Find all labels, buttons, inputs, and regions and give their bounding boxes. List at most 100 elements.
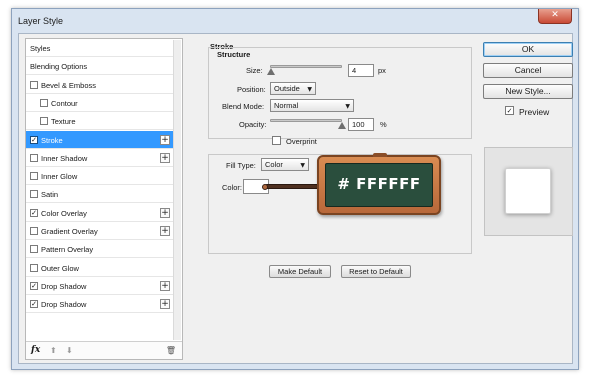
callout-board: # FFFFFF [325,163,433,207]
overprint-checkbox[interactable] [272,136,281,145]
style-checkbox[interactable] [30,153,38,162]
style-item-label: Stroke [41,135,63,145]
style-item-label: Gradient Overlay [41,227,98,236]
move-up-icon[interactable]: ⬆ [50,346,57,355]
dialog-title: Layer Style [18,16,64,26]
hex-callout-text: # FFFFFF [337,175,421,193]
style-checkbox[interactable]: ✓ [30,281,38,290]
style-checkbox[interactable]: ✓ [30,208,38,217]
preview-checkbox[interactable]: ✓ [505,106,514,115]
style-item-contour[interactable]: Contour [26,94,173,112]
fill-type-select[interactable]: Color ▼ [261,158,309,171]
style-item-label: Contour [51,98,78,108]
style-item-label: Inner Glow [41,172,78,182]
opacity-slider-thumb[interactable] [338,122,346,129]
add-effect-icon[interactable]: + [160,226,170,236]
style-item-pattern-overlay[interactable]: Pattern Overlay [26,240,173,259]
reset-to-default-button[interactable]: Reset to Default [341,265,411,278]
fill-type-value: Color [265,160,283,169]
ok-button[interactable]: OK [483,42,573,57]
style-item-label: Styles [30,44,51,53]
size-unit: px [378,66,386,75]
style-item-color-overlay[interactable]: ✓ Color Overlay + [26,204,173,222]
fill-type-label: Fill Type: [226,161,256,170]
new-style-button[interactable]: New Style... [483,84,573,99]
blend-mode-select[interactable]: Normal ▼ [270,99,354,112]
add-effect-icon[interactable]: + [160,134,170,145]
style-checkbox[interactable] [30,227,38,235]
style-item-label: Bevel & Emboss [41,80,97,90]
preview-area [484,147,573,236]
style-item-drop-shadow[interactable]: ✓ Drop Shadow + [26,295,173,314]
size-slider-thumb[interactable] [267,68,276,75]
blend-mode-value: Normal [274,101,299,110]
size-input[interactable]: 4 [348,64,374,77]
add-effect-icon[interactable]: + [160,152,170,163]
add-effect-icon[interactable]: + [160,207,170,218]
callout-pointer [265,184,321,189]
style-item-drop-shadow[interactable]: ✓ Drop Shadow + [26,277,173,295]
blend-mode-label: Blend Mode: [222,102,265,111]
style-checkbox[interactable]: ✓ [30,300,38,309]
trash-icon[interactable]: 🗑 [166,346,176,355]
chevron-down-icon: ▼ [307,86,312,93]
style-item-gradient-overlay[interactable]: Gradient Overlay + [26,222,173,240]
make-default-button[interactable]: Make Default [269,265,331,278]
style-item-inner-glow[interactable]: Inner Glow [26,167,173,186]
hex-callout: # FFFFFF [317,153,441,215]
style-item-stroke[interactable]: ✓ Stroke + [26,130,173,149]
add-effect-icon[interactable]: + [160,299,170,310]
style-checkbox[interactable] [40,117,48,126]
style-checkbox[interactable] [40,98,48,107]
position-value: Outside [274,84,300,93]
callout-pointer-dot [262,184,268,190]
cancel-button[interactable]: Cancel [483,63,573,78]
style-item-label: Blending Options [30,62,88,72]
dialog-body: Styles Blending Options Bevel & Emboss Cont… [18,33,573,364]
position-select[interactable]: Outside ▼ [270,82,316,95]
style-item-styles[interactable]: Styles [26,39,173,57]
style-item-outer-glow[interactable]: Outer Glow [26,259,173,277]
style-item-label: Drop Shadow [41,300,87,310]
styles-list-footer: fx ⬆ ⬇ 🗑 [26,341,182,359]
layer-style-dialog: Layer Style ✕ Styles Blending Options Beve… [11,8,579,370]
callout-tab [373,153,387,157]
title-bar[interactable]: Layer Style ✕ [12,9,578,35]
style-checkbox[interactable] [30,80,38,89]
style-item-satin[interactable]: Satin [26,185,173,204]
style-item-label: Drop Shadow [41,281,87,291]
position-label: Position: [237,85,266,94]
close-button[interactable]: ✕ [538,9,572,24]
style-checkbox[interactable]: ✓ [30,135,38,144]
opacity-input[interactable]: 100 [348,118,374,131]
style-checkbox[interactable] [30,172,38,181]
chevron-down-icon: ▼ [345,103,350,110]
close-icon: ✕ [551,10,559,20]
chevron-down-icon: ▼ [300,162,305,169]
style-checkbox[interactable] [30,190,38,199]
style-item-label: Satin [41,190,59,200]
opacity-slider[interactable] [270,119,342,122]
styles-list-scrollbar[interactable] [173,40,181,340]
style-item-label: Inner Shadow [41,153,88,163]
styles-list: Styles Blending Options Bevel & Emboss Cont… [25,38,183,360]
style-item-label: Pattern Overlay [41,245,94,255]
structure-section-title: Structure [217,50,251,59]
opacity-unit: % [380,120,387,129]
size-slider[interactable] [270,65,342,68]
style-item-inner-shadow[interactable]: Inner Shadow + [26,149,173,167]
add-effect-icon[interactable]: + [160,280,170,291]
opacity-label: Opacity: [239,120,267,129]
style-checkbox[interactable] [30,263,38,272]
style-item-label: Texture [51,117,76,127]
style-checkbox[interactable] [30,245,38,254]
style-item-texture[interactable]: Texture [26,112,173,131]
move-down-icon[interactable]: ⬇ [66,346,73,355]
style-item-label: Color Overlay [41,208,87,218]
style-item-blending-options[interactable]: Blending Options [26,57,173,76]
style-item-bevel-emboss[interactable]: Bevel & Emboss [26,76,173,94]
preview-thumbnail [505,168,551,214]
overprint-label: Overprint [286,137,317,146]
fx-menu-button[interactable]: fx [31,345,40,355]
size-label: Size: [246,66,263,75]
